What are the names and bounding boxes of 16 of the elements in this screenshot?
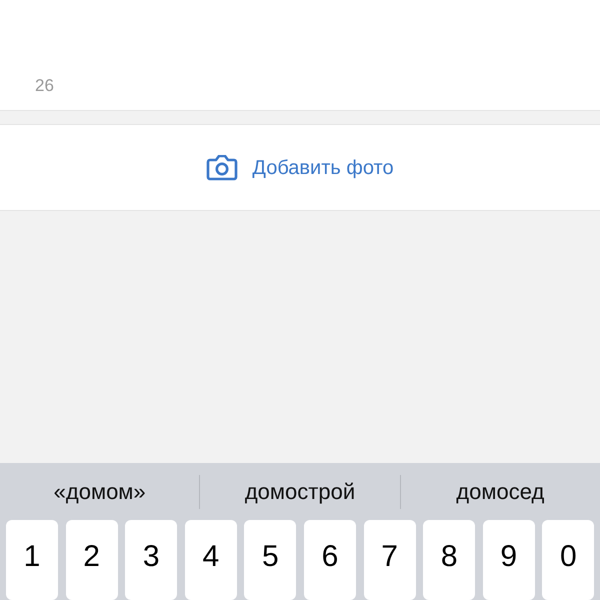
suggestion[interactable]: домосед [456, 475, 544, 508]
keyboard-key[interactable]: 0 [542, 520, 594, 600]
keyboard-key[interactable]: 5 [244, 520, 296, 600]
keyboard-key[interactable]: 9 [482, 520, 535, 600]
keyboard-key[interactable]: 7 [364, 520, 416, 600]
suggestion[interactable]: «домом» [54, 475, 146, 508]
keyboard-key[interactable]: 6 [304, 520, 356, 600]
keyboard-key[interactable]: 1 [6, 520, 58, 600]
camera-icon [206, 154, 238, 180]
add-photo-button[interactable]: Добавить фото [206, 152, 394, 182]
keyboard-key[interactable]: 2 [66, 520, 118, 600]
character-count: 26 [35, 74, 54, 96]
keyboard-key[interactable]: 3 [125, 520, 178, 600]
keyboard-key[interactable]: 8 [423, 520, 476, 600]
suggestion[interactable]: домострой [244, 475, 356, 508]
keyboard-key[interactable]: 4 [184, 520, 237, 600]
